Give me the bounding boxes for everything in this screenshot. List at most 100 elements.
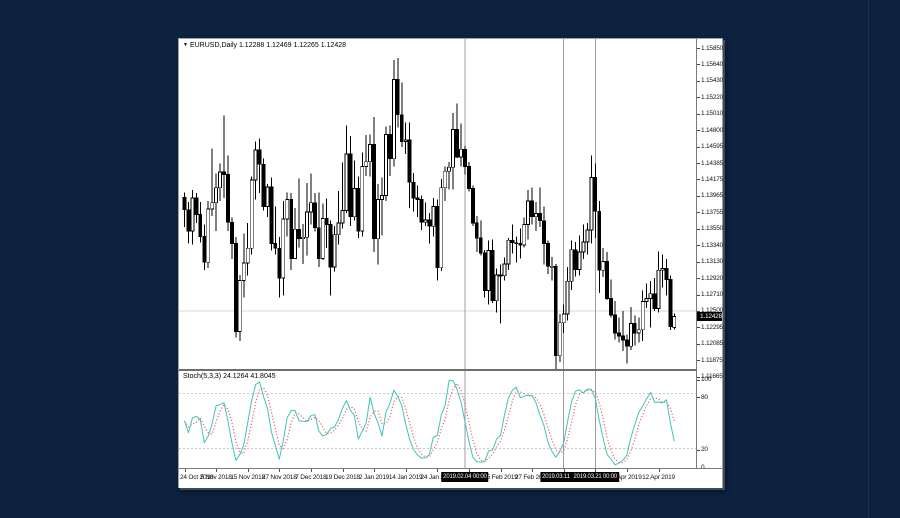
candle-body	[302, 237, 305, 239]
price-axis-tick	[697, 360, 700, 361]
candle-body	[215, 188, 218, 203]
candles-svg	[179, 39, 696, 369]
candle-body	[254, 150, 257, 180]
candle-body	[618, 333, 621, 336]
candle-body	[629, 324, 632, 347]
background-accent-line	[868, 0, 869, 518]
main-price-pane[interactable]	[179, 39, 697, 369]
candle-body	[282, 219, 285, 278]
price-axis[interactable]: 1.12428 1.158501.156401.154301.152201.15…	[697, 39, 722, 487]
candle-body	[621, 336, 624, 340]
candle-body	[491, 251, 494, 301]
time-axis-tick	[279, 469, 280, 472]
chart-window: ▼EURUSD,Daily 1.12288 1.12469 1.12265 1.…	[178, 38, 723, 488]
time-axis-tick	[248, 469, 249, 472]
price-axis-label: 1.15640	[701, 61, 723, 68]
candle-body	[519, 243, 522, 245]
time-axis-tick	[659, 469, 660, 472]
price-axis-label: 1.12295	[701, 324, 723, 331]
time-axis-tick	[406, 469, 407, 472]
candle-body	[625, 340, 628, 346]
price-axis-tick	[697, 48, 700, 49]
time-axis-tick	[216, 469, 217, 472]
candle-body	[523, 225, 526, 245]
candle-body	[381, 196, 384, 200]
time-axis[interactable]: 24 Oct 20185 Nov 201815 Nov 201827 Nov 2…	[179, 468, 722, 488]
candle-body	[258, 150, 261, 164]
candle-body	[487, 251, 490, 291]
stoch-axis-label: 100	[701, 376, 711, 383]
price-axis-tick	[697, 377, 700, 378]
candle-body	[467, 167, 470, 189]
price-axis-label: 1.15010	[701, 110, 723, 117]
candle-body	[539, 214, 542, 221]
candle-body	[527, 201, 530, 225]
candle-body	[337, 223, 340, 235]
candle-body	[317, 228, 320, 259]
candle-body	[396, 79, 399, 114]
time-axis-highlight: 2019.03.21 00:00	[572, 472, 620, 482]
candle-body	[230, 222, 233, 243]
time-axis-label: 2 Jan 2019	[359, 474, 389, 481]
desktop-background: ▼EURUSD,Daily 1.12288 1.12469 1.12265 1.…	[0, 0, 900, 518]
candle-body	[614, 315, 617, 333]
candle-body	[428, 220, 431, 226]
candle-body	[309, 203, 312, 212]
candle-body	[562, 314, 565, 323]
candle-body	[546, 243, 549, 266]
stoch-axis-tick	[697, 380, 700, 381]
price-axis-label: 1.13755	[701, 209, 723, 216]
candle-body	[531, 201, 534, 217]
candle-body	[645, 298, 648, 301]
price-axis-label: 1.13130	[701, 258, 723, 265]
candle-body	[211, 203, 214, 209]
time-axis-tick	[437, 469, 438, 472]
candle-body	[578, 252, 581, 269]
candle-body	[298, 229, 301, 238]
candle-body	[266, 187, 269, 207]
time-axis-tick	[311, 469, 312, 472]
candle-body	[377, 200, 380, 239]
candle-body	[361, 167, 364, 231]
price-axis-tick	[697, 179, 700, 180]
time-axis-label: 27 Nov 2018	[262, 474, 297, 481]
candle-body	[353, 189, 356, 217]
price-axis-tick	[697, 295, 700, 296]
candle-body	[582, 242, 585, 252]
candle-body	[460, 149, 463, 157]
price-axis-tick	[697, 147, 700, 148]
candle-body	[341, 211, 344, 224]
candle-body	[203, 236, 206, 262]
candle-body	[665, 269, 668, 280]
current-price-badge: 1.12428	[697, 312, 722, 321]
price-axis-tick	[697, 212, 700, 213]
candle-body	[349, 154, 352, 217]
price-axis-tick	[697, 344, 700, 345]
candle-body	[325, 218, 328, 224]
stochastic-pane[interactable]	[179, 371, 697, 468]
candle-body	[661, 269, 664, 271]
price-axis-tick	[697, 196, 700, 197]
candle-body	[606, 262, 609, 299]
price-axis-tick	[697, 229, 700, 230]
candle-body	[507, 240, 510, 264]
price-axis-label: 1.13340	[701, 242, 723, 249]
stoch-signal-line	[185, 383, 675, 462]
candle-body	[432, 207, 435, 227]
candle-body	[226, 174, 229, 222]
candle-body	[187, 210, 190, 231]
candle-body	[641, 302, 644, 330]
candle-body	[404, 140, 407, 142]
chart-title: ▼EURUSD,Daily 1.12288 1.12469 1.12265 1.…	[183, 42, 346, 49]
candle-body	[558, 323, 561, 356]
time-axis-tick	[185, 469, 186, 472]
price-axis-label: 1.12085	[701, 340, 723, 347]
candle-body	[499, 275, 502, 276]
candle-body	[657, 270, 660, 308]
time-axis-label: 14 Jan 2019	[389, 474, 423, 481]
price-axis-label: 1.15220	[701, 94, 723, 101]
candle-body	[392, 79, 395, 158]
candle-body	[637, 330, 640, 333]
stoch-axis-tick	[697, 450, 700, 451]
candle-body	[274, 243, 277, 248]
